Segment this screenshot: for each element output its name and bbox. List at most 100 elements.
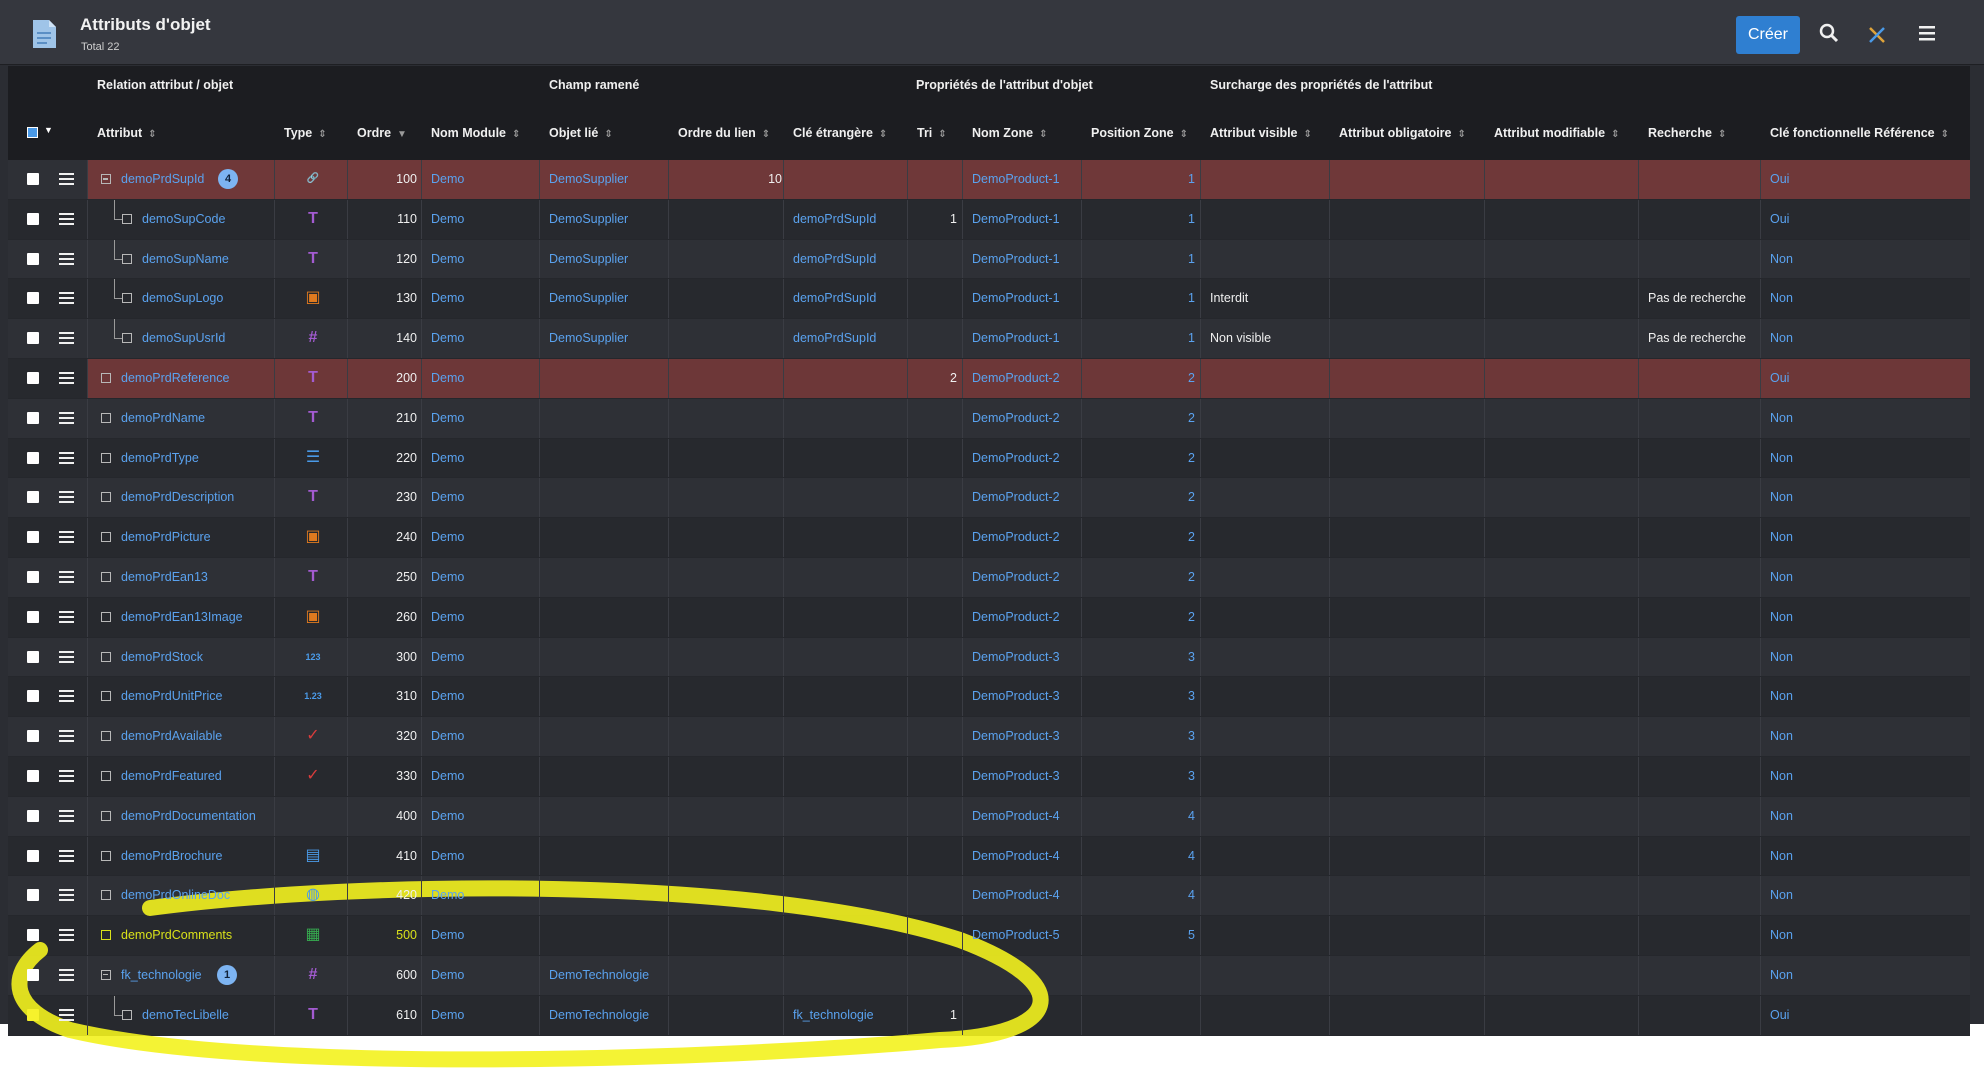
module-link[interactable]: Demo <box>431 371 464 385</box>
col-nom-module[interactable]: Nom Module ⇕ <box>431 126 520 140</box>
nom-zone-link[interactable]: DemoProduct-1 <box>972 252 1060 266</box>
attribut-link[interactable]: demoSupUsrId <box>142 331 225 345</box>
attribut-link[interactable]: demoPrdComments <box>121 928 232 942</box>
drag-handle-icon[interactable] <box>59 411 74 424</box>
row-checkbox[interactable] <box>27 849 39 862</box>
row-checkbox[interactable] <box>27 570 39 583</box>
nom-zone-link[interactable]: DemoProduct-2 <box>972 371 1060 385</box>
attribut-link[interactable]: demoPrdName <box>121 411 205 425</box>
drag-handle-icon[interactable] <box>59 730 74 743</box>
row-checkbox[interactable] <box>27 371 39 384</box>
clear-filters-icon[interactable] <box>1866 24 1888 46</box>
module-link[interactable]: Demo <box>431 212 464 226</box>
module-link[interactable]: Demo <box>431 331 464 345</box>
nom-zone-link[interactable]: DemoProduct-1 <box>972 212 1060 226</box>
objet-lie-link[interactable]: DemoSupplier <box>549 291 628 305</box>
col-attribut-obligatoire[interactable]: Attribut obligatoire ⇕ <box>1339 126 1466 140</box>
module-link[interactable]: Demo <box>431 291 464 305</box>
module-link[interactable]: Demo <box>431 172 464 186</box>
collapse-toggle-icon[interactable] <box>101 969 111 980</box>
attribut-link[interactable]: demoSupName <box>142 252 229 266</box>
row-checkbox[interactable] <box>27 769 39 782</box>
drag-handle-icon[interactable] <box>59 929 74 942</box>
attribut-link[interactable]: demoPrdBrochure <box>121 849 222 863</box>
menu-icon[interactable] <box>1916 22 1938 44</box>
row-checkbox[interactable] <box>27 968 39 981</box>
module-link[interactable]: Demo <box>431 888 464 902</box>
table-row[interactable]: demoPrdAvailable ✓ 320 Demo DemoProduct-3 3 No… <box>8 717 1970 757</box>
module-link[interactable]: Demo <box>431 610 464 624</box>
row-checkbox[interactable] <box>27 809 39 822</box>
attribut-link[interactable]: demoPrdEan13Image <box>121 610 243 624</box>
attribut-link[interactable]: demoPrdFeatured <box>121 769 222 783</box>
table-row[interactable]: fk_technologie 1 #600 Demo DemoTechnologie No… <box>8 955 1970 996</box>
module-link[interactable]: Demo <box>431 928 464 942</box>
module-link[interactable]: Demo <box>431 809 464 823</box>
row-checkbox[interactable] <box>27 173 39 185</box>
attribut-link[interactable]: demoPrdSupId <box>121 172 204 186</box>
row-checkbox[interactable] <box>27 252 39 265</box>
objet-lie-link[interactable]: DemoSupplier <box>549 172 628 186</box>
nom-zone-link[interactable]: DemoProduct-2 <box>972 451 1060 465</box>
cle-etrangere-link[interactable]: demoPrdSupId <box>793 291 876 305</box>
module-link[interactable]: Demo <box>431 530 464 544</box>
table-row[interactable]: demoPrdFeatured ✓ 330 Demo DemoProduct-3 3 Non <box>8 756 1970 797</box>
cle-etrangere-link[interactable]: demoPrdSupId <box>793 252 876 266</box>
nom-zone-link[interactable]: DemoProduct-3 <box>972 650 1060 664</box>
objet-lie-link[interactable]: DemoSupplier <box>549 252 628 266</box>
module-link[interactable]: Demo <box>431 849 464 863</box>
attribut-link[interactable]: demoSupCode <box>142 212 225 226</box>
nom-zone-link[interactable]: DemoProduct-3 <box>972 729 1060 743</box>
drag-handle-icon[interactable] <box>59 1008 74 1021</box>
module-link[interactable]: Demo <box>431 689 464 703</box>
objet-lie-link[interactable]: DemoTechnologie <box>549 968 649 982</box>
attribut-link[interactable]: demoPrdDescription <box>121 490 234 504</box>
table-row[interactable]: demoPrdDocumentation 400 Demo DemoProduct-4… <box>8 796 1970 837</box>
col-attribut-visible[interactable]: Attribut visible ⇕ <box>1210 126 1312 140</box>
table-row[interactable]: demoSupLogo ▣ 130 Demo DemoSupplier demoPrdSu… <box>8 279 1970 320</box>
table-row[interactable]: demoSupCode T 110 Demo DemoSupplier demoPrdSu… <box>8 199 1970 240</box>
drag-handle-icon[interactable] <box>59 690 74 703</box>
table-row[interactable]: demoPrdOnlineDoc ◍ 420 Demo DemoProduct-4 4 No… <box>8 876 1970 917</box>
drag-handle-icon[interactable] <box>59 292 74 305</box>
table-row[interactable]: demoPrdPicture ▣ 240 Demo DemoProduct-2 2 Non <box>8 518 1970 558</box>
nom-zone-link[interactable]: DemoProduct-2 <box>972 530 1060 544</box>
module-link[interactable]: Demo <box>431 968 464 982</box>
table-row[interactable]: demoPrdComments ▦ 500 Demo DemoProduct-5 5 Non <box>8 916 1970 956</box>
table-row[interactable]: demoPrdStock 123 300 Demo DemoProduct-3 3 Non <box>8 637 1970 678</box>
drag-handle-icon[interactable] <box>59 610 74 623</box>
attribut-link[interactable]: demoPrdDocumentation <box>121 809 256 823</box>
drag-handle-icon[interactable] <box>59 252 74 265</box>
row-checkbox[interactable] <box>27 610 39 623</box>
col-nom-zone[interactable]: Nom Zone ⇕ <box>972 126 1048 140</box>
module-link[interactable]: Demo <box>431 451 464 465</box>
col-attribut-modifiable[interactable]: Attribut modifiable ⇕ <box>1494 126 1620 140</box>
row-checkbox[interactable] <box>27 531 39 544</box>
col-cle-etrangere[interactable]: Clé étrangère ⇕ <box>793 126 887 140</box>
module-link[interactable]: Demo <box>431 411 464 425</box>
drag-handle-icon[interactable] <box>59 173 74 185</box>
drag-handle-icon[interactable] <box>59 570 74 583</box>
attribut-link[interactable]: demoPrdAvailable <box>121 729 222 743</box>
table-row[interactable]: demoPrdEan13Image ▣ 260 Demo DemoProduct-2 2 N… <box>8 597 1970 638</box>
attribut-link[interactable]: demoPrdEan13 <box>121 570 208 584</box>
row-checkbox[interactable] <box>27 292 39 305</box>
nom-zone-link[interactable]: DemoProduct-2 <box>972 610 1060 624</box>
nom-zone-link[interactable]: DemoProduct-1 <box>972 331 1060 345</box>
module-link[interactable]: Demo <box>431 650 464 664</box>
cle-etrangere-link[interactable]: demoPrdSupId <box>793 331 876 345</box>
row-checkbox[interactable] <box>27 1008 39 1021</box>
create-button[interactable]: Créer <box>1736 16 1800 54</box>
table-row[interactable]: demoPrdType ☰ 220 Demo DemoProduct-2 2 Non <box>8 438 1970 479</box>
table-row[interactable]: demoPrdEan13 T 250 Demo DemoProduct-2 2 Non <box>8 557 1970 598</box>
row-checkbox[interactable] <box>27 491 39 504</box>
drag-handle-icon[interactable] <box>59 769 74 782</box>
attribut-link[interactable]: demoSupLogo <box>142 291 223 305</box>
table-row[interactable]: demoPrdName T 210 Demo DemoProduct-2 2 Non <box>8 398 1970 439</box>
search-icon[interactable] <box>1818 22 1840 44</box>
objet-lie-link[interactable]: DemoSupplier <box>549 331 628 345</box>
row-checkbox[interactable] <box>27 690 39 703</box>
nom-zone-link[interactable]: DemoProduct-4 <box>972 809 1060 823</box>
nom-zone-link[interactable]: DemoProduct-1 <box>972 172 1060 186</box>
select-all-checkbox[interactable] <box>27 127 38 138</box>
